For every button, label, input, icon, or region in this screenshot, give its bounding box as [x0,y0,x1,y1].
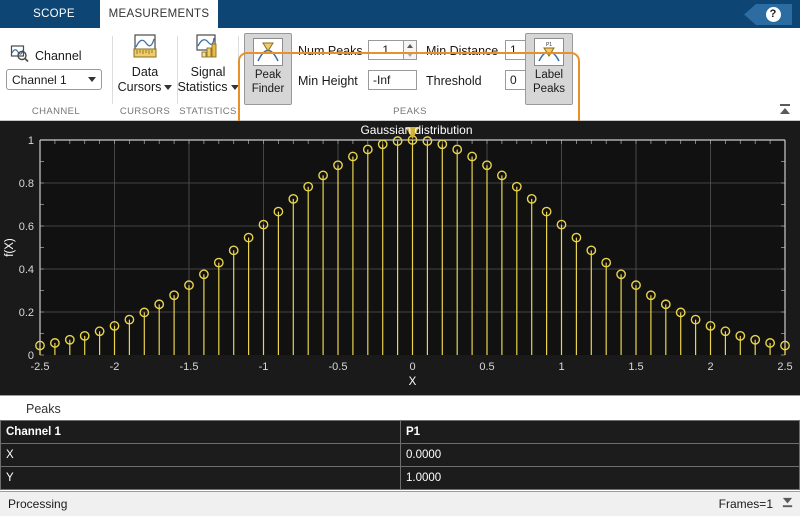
peaks-panel-title: Peaks [26,402,61,416]
group-divider-3 [238,36,239,104]
stepper-down-icon[interactable] [404,50,416,59]
scope-window: SCOPE MEASUREMENTS ? Channel Channel 1 C… [0,0,800,516]
status-message: Processing [8,497,68,511]
row-value-x: 0.0000 [400,443,800,467]
svg-text:2: 2 [707,361,713,373]
label-peaks-label-line1: Label [534,69,564,81]
ribbon: Channel Channel 1 CHANNEL Data Cursors C… [0,28,800,144]
table-header-channel: Channel 1 [0,420,401,444]
svg-text:-1: -1 [259,361,269,373]
status-bar: Processing Frames=1 [0,491,800,516]
svg-text:0.8: 0.8 [19,178,34,190]
ribbon-group-peaks: Peak Finder Num Peaks 1 Min Height -Inf … [240,28,580,120]
ribbon-group-cursors: Data Cursors CURSORS [113,28,177,120]
svg-text:1: 1 [28,135,34,147]
num-peaks-value: 1 [382,43,389,57]
peak-finder-label-line1: Peak [254,69,282,81]
row-value-y: 1.0000 [400,466,800,490]
svg-text:0: 0 [409,361,415,373]
svg-text:1: 1 [558,361,564,373]
channel-select[interactable]: Channel 1 [6,69,102,90]
tab-measurements-label: MEASUREMENTS [108,8,210,20]
row-label-y: Y [0,466,401,490]
svg-text:0.4: 0.4 [19,264,34,276]
peaks-panel: Peaks Channel 1 P1 X 0.0000 Y 1.0000 [0,395,800,493]
channel-icon [10,44,29,68]
ribbon-group-channel: Channel Channel 1 CHANNEL [0,28,112,120]
svg-text:0.5: 0.5 [479,361,494,373]
table-row[interactable]: Y 1.0000 [0,466,800,490]
threshold-value: 0 [510,73,517,87]
min-height-label: Min Height [298,74,358,88]
signal-statistics-label-line1: Signal [190,65,226,79]
svg-text:-2: -2 [110,361,120,373]
svg-text:-0.5: -0.5 [329,361,348,373]
num-peaks-stepper[interactable] [404,40,417,60]
tab-scope[interactable]: SCOPE [8,0,100,28]
signal-statistics-button[interactable]: Signal Statistics [170,34,246,95]
help-button[interactable]: ? [744,4,792,25]
ribbon-group-statistics: Signal Statistics STATISTICS [177,28,239,120]
ribbon-tabbar: SCOPE MEASUREMENTS ? [0,0,800,28]
threshold-label: Threshold [426,74,482,88]
help-icon: ? [765,7,781,22]
svg-text:X: X [409,376,417,388]
ribbon-group-statistics-label: STATISTICS [179,106,237,117]
stepper-up-icon[interactable] [404,41,416,50]
svg-text:1.5: 1.5 [628,361,643,373]
svg-text:f(X): f(X) [4,238,16,257]
table-header-p1: P1 [400,420,800,444]
svg-text:-1.5: -1.5 [180,361,199,373]
svg-text:2.5: 2.5 [777,361,792,373]
svg-text:0: 0 [28,350,34,362]
chevron-down-icon [88,77,96,82]
peak-finder-label-line2: Finder [251,83,285,95]
peaks-table: Channel 1 P1 X 0.0000 Y 1.0000 [0,420,800,490]
channel-icon-row: Channel [10,44,82,68]
collapse-ribbon-button[interactable] [778,102,792,116]
label-peaks-icon: P1 [534,38,564,66]
scope-plot[interactable]: -2.5 -2 -1.5 -1 -0.5 0 0.5 1 1.5 2 2.5 0 0.2 0.4 0.6 0.… [0,121,800,395]
num-peaks-input[interactable]: 1 [368,40,404,60]
table-header-row: Channel 1 P1 [0,420,800,444]
svg-text:Gaussian distribution: Gaussian distribution [360,123,472,137]
tab-scope-label: SCOPE [33,8,75,20]
svg-text:P1: P1 [546,42,552,48]
min-height-input[interactable]: -Inf [368,70,417,90]
signal-statistics-icon [194,34,222,65]
label-peaks-label-line2: Peaks [533,83,565,95]
channel-label: Channel [35,49,82,63]
min-distance-value: 1 [510,43,517,57]
peak-finder-toggle[interactable]: Peak Finder [244,33,292,105]
ribbon-group-channel-label: CHANNEL [31,106,81,117]
svg-text:0.2: 0.2 [19,307,34,319]
svg-text:0.6: 0.6 [19,221,34,233]
table-row[interactable]: X 0.0000 [0,443,800,467]
svg-text:-2.5: -2.5 [31,361,50,373]
ribbon-group-peaks-label: PEAKS [393,106,427,117]
row-label-x: X [0,443,401,467]
data-cursors-icon [131,34,159,65]
min-distance-label: Min Distance [426,44,499,58]
ribbon-group-cursors-label: CURSORS [119,106,171,117]
min-height-value: -Inf [373,73,391,87]
stem-chart: -2.5 -2 -1.5 -1 -0.5 0 0.5 1 1.5 2 2.5 0 0.2 0.4 0.6 0.… [4,123,793,388]
num-peaks-label: Num Peaks [298,44,363,58]
channel-select-value: Channel 1 [12,72,67,87]
data-cursors-label-line2: Cursors [117,80,162,94]
status-right-group: Frames=1 [719,496,794,512]
data-cursors-label-line1: Data [131,65,159,79]
label-peaks-toggle[interactable]: P1 Label Peaks [525,33,573,105]
peak-finder-icon [253,38,283,66]
tab-measurements[interactable]: MEASUREMENTS [100,0,218,28]
frames-count: Frames=1 [718,497,773,511]
expand-panel-icon[interactable] [781,496,794,512]
signal-statistics-label-line2: Statistics [177,80,228,94]
